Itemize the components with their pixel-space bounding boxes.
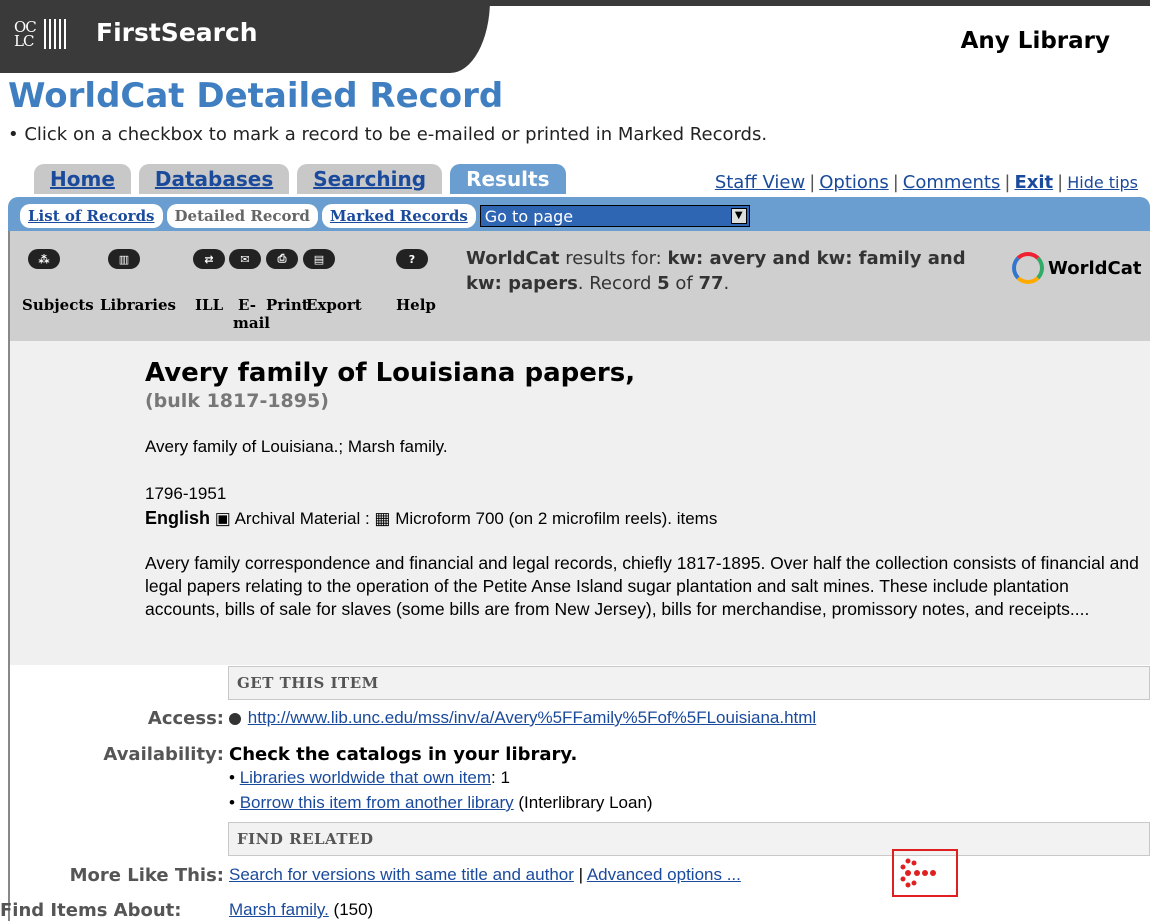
subtabs: List of Records Detailed Record Marked R… [20, 204, 750, 228]
find-items-about-value: Marsh family. (150) [229, 900, 374, 919]
find-related-header: FIND RELATED [228, 822, 1150, 856]
record-date: 1796-1951 [145, 484, 227, 503]
help-label[interactable]: Help [396, 296, 436, 314]
results-brand: WorldCat [466, 248, 560, 269]
tab-databases[interactable]: Databases [138, 164, 290, 194]
ill-icon[interactable]: ⇄ [193, 249, 225, 269]
marsh-family-link[interactable]: Marsh family. [229, 900, 329, 919]
email-icon[interactable]: ✉ [229, 249, 261, 269]
worldcat-logo: WorldCat [1012, 252, 1141, 284]
record-title: Avery family of Louisiana papers, [145, 358, 636, 388]
top-links: Staff View | Options | Comments | Exit | Hide ti… [714, 172, 1138, 193]
availability-label: Availability: [103, 744, 224, 765]
libraries-worldwide-item: Libraries worldwide that own item: 1 [229, 768, 510, 788]
libraries-icon[interactable]: ▥ [108, 249, 140, 269]
record-language: English [145, 508, 211, 528]
page-title: WorldCat Detailed Record [8, 76, 504, 116]
ill-label[interactable]: ILL [195, 296, 223, 314]
subjects-label[interactable]: Subjects [22, 296, 94, 314]
export-icon[interactable]: ▤ [303, 249, 335, 269]
more-like-this-value: Search for versions with same title and … [229, 865, 741, 884]
microform-icon: ▦ [374, 509, 391, 528]
help-icon[interactable]: ? [396, 249, 428, 269]
print-label[interactable]: Print [266, 296, 309, 314]
loading-dots-icon [900, 858, 936, 888]
go-to-page-value: Go to page [484, 206, 574, 226]
record-number: 5 [657, 273, 670, 294]
find-items-about-label: Find Items About: [0, 900, 182, 921]
subtab-list-of-records[interactable]: List of Records [20, 204, 163, 228]
subtab-detailed-record[interactable]: Detailed Record [166, 204, 318, 228]
options-link[interactable]: Options [819, 172, 888, 193]
record-format: English ▣ Archival Material : ▦ Microfor… [145, 508, 718, 528]
go-to-page-select[interactable]: Go to page ▼ [479, 205, 750, 227]
tab-home[interactable]: Home [34, 164, 131, 194]
record-total: 77 [698, 273, 724, 294]
get-this-item-header: GET THIS ITEM [228, 666, 1150, 700]
tab-searching[interactable]: Searching [297, 164, 443, 194]
print-icon[interactable]: ⎙ [266, 249, 298, 269]
hide-tips-link[interactable]: Hide tips [1067, 173, 1138, 192]
dropdown-arrow-icon[interactable]: ▼ [730, 208, 747, 224]
main-tabs: Home Databases Searching Results [34, 164, 566, 194]
record-bulk-dates: (bulk 1817-1895) [145, 390, 329, 412]
app-name: FirstSearch [96, 18, 258, 47]
access-value: http://www.lib.unc.edu/mss/inv/a/Avery%5… [229, 708, 816, 728]
exit-link[interactable]: Exit [1014, 172, 1053, 193]
globe-icon [229, 712, 241, 725]
advanced-options-link[interactable]: Advanced options ... [587, 865, 741, 884]
staff-view-link[interactable]: Staff View [715, 172, 805, 193]
subtab-marked-records[interactable]: Marked Records [321, 204, 476, 228]
loading-indicator [892, 849, 958, 897]
email-label[interactable]: E-mail [233, 296, 270, 332]
libraries-label[interactable]: Libraries [100, 296, 176, 314]
availability-text: Check the catalogs in your library. [229, 744, 578, 765]
export-label[interactable]: Export [306, 296, 362, 314]
subjects-icon[interactable]: ⁂ [28, 249, 60, 269]
access-url-link[interactable]: http://www.lib.unc.edu/mss/inv/a/Avery%5… [248, 708, 816, 727]
borrow-item: Borrow this item from another library (I… [229, 793, 653, 813]
oclc-logo: OC LC [14, 14, 76, 54]
same-title-author-link[interactable]: Search for versions with same title and … [229, 865, 574, 884]
libraries-worldwide-link[interactable]: Libraries worldwide that own item [240, 768, 491, 787]
borrow-link[interactable]: Borrow this item from another library [240, 793, 514, 812]
record-description: Avery family correspondence and financia… [145, 553, 1139, 619]
tab-results[interactable]: Results [450, 164, 566, 194]
tip-text: • Click on a checkbox to mark a record t… [8, 124, 768, 145]
more-like-this-label: More Like This: [69, 865, 224, 886]
top-bar: OC LC FirstSearch Any Library [0, 0, 1150, 73]
library-name: Any Library [960, 28, 1110, 54]
archival-material-icon: ▣ [214, 509, 231, 528]
access-label: Access: [147, 708, 224, 729]
comments-link[interactable]: Comments [903, 172, 1001, 193]
record-authors: Avery family of Louisiana.; Marsh family… [145, 437, 448, 456]
oclc-logo-letters: OC LC [14, 18, 37, 50]
worldcat-swirl-icon [1012, 252, 1044, 284]
results-summary: WorldCat results for: kw: avery and kw: … [466, 248, 966, 294]
